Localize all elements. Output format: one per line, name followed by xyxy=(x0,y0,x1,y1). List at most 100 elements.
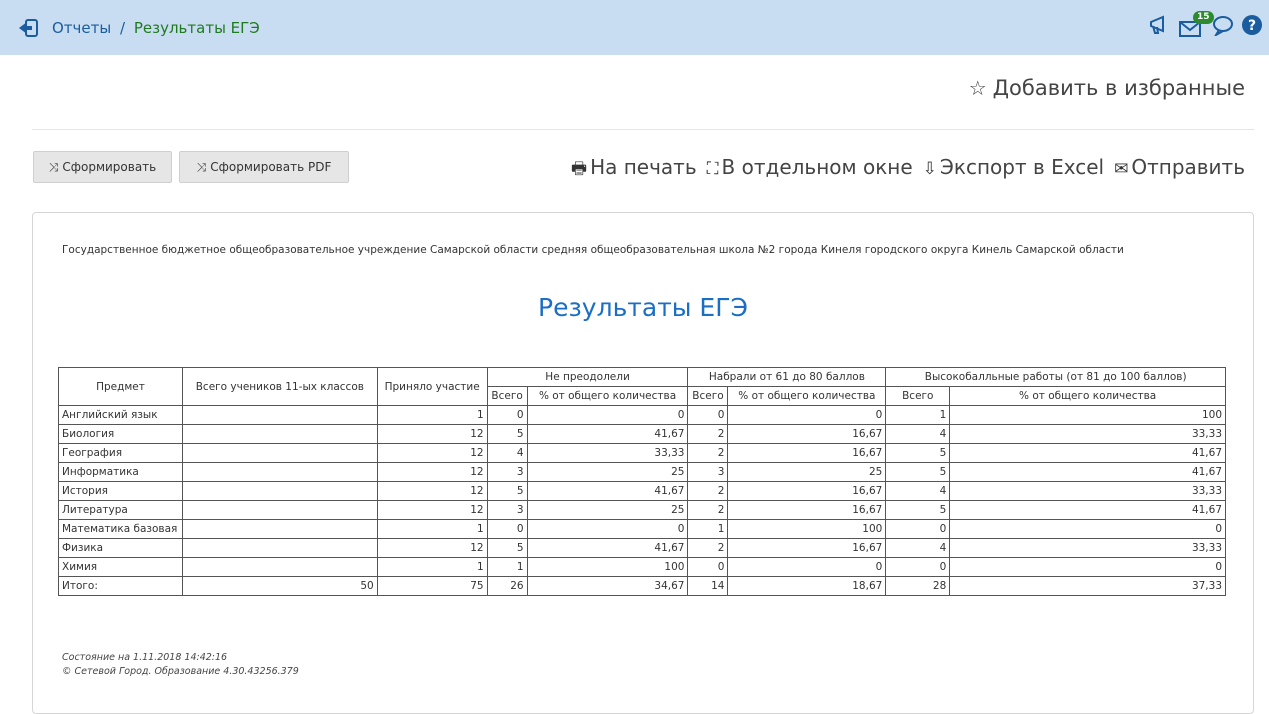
cell-total-students xyxy=(181,462,378,482)
report-footer: Состояние на 1.11.2018 14:42:16 © Сетево… xyxy=(62,651,299,679)
back-icon[interactable] xyxy=(18,17,40,39)
cell-subject: Физика xyxy=(58,538,183,558)
cell-mid-count: 0 xyxy=(687,557,729,577)
header-mid: Набрали от 61 до 80 баллов xyxy=(687,367,887,387)
cell-not-passed-count: 3 xyxy=(486,462,528,482)
cell-high-percent: 33,33 xyxy=(949,538,1226,558)
header-not-passed: Не преодолели xyxy=(486,367,689,387)
cell-subject: Химия xyxy=(58,557,183,577)
header-total: Всего xyxy=(486,386,528,406)
header-percent: % от общего количества xyxy=(526,386,689,406)
table-row: Английский язык 1 0 0 0 0 1 100 xyxy=(58,405,1226,425)
cell-participated: 12 xyxy=(376,500,488,520)
cell-not-passed-percent: 25 xyxy=(526,500,689,520)
cell-not-passed-percent: 41,67 xyxy=(526,424,689,444)
cell-participated: 12 xyxy=(376,462,488,482)
print-link[interactable]: 🖶 На печать xyxy=(571,155,697,185)
cell-subject: История xyxy=(58,481,183,501)
cell-high-count: 0 xyxy=(885,519,951,539)
cell-not-passed-count: 3 xyxy=(486,500,528,520)
cell-high-count: 4 xyxy=(885,538,951,558)
header-total-students: Всего учеников 11-ых классов xyxy=(181,367,378,406)
cell-not-passed-percent: 34,67 xyxy=(526,576,689,596)
shuffle-icon: ⤨ xyxy=(48,159,59,174)
header-percent: % от общего количества xyxy=(727,386,887,406)
cell-not-passed-count: 5 xyxy=(486,424,528,444)
cell-high-count: 5 xyxy=(885,443,951,463)
export-excel-link[interactable]: ⇩ Экспорт в Excel xyxy=(923,155,1104,185)
header-total: Всего xyxy=(687,386,729,406)
cell-mid-count: 2 xyxy=(687,443,729,463)
cell-subject: Биология xyxy=(58,424,183,444)
svg-text:?: ? xyxy=(1248,18,1256,34)
cell-not-passed-percent: 41,67 xyxy=(526,538,689,558)
report-panel: Государственное бюджетное общеобразовате… xyxy=(32,212,1254,714)
cell-high-percent: 100 xyxy=(949,405,1226,425)
cell-high-count: 5 xyxy=(885,462,951,482)
cell-mid-count: 2 xyxy=(687,481,729,501)
header-total: Всего xyxy=(885,386,951,406)
cell-mid-count: 2 xyxy=(687,500,729,520)
chat-icon[interactable] xyxy=(1211,14,1235,40)
cell-mid-percent: 16,67 xyxy=(727,538,887,558)
open-window-link[interactable]: ⛶ В отдельном окне xyxy=(707,155,913,185)
messages-count-badge: 15 xyxy=(1193,11,1214,24)
cell-high-count: 4 xyxy=(885,424,951,444)
generate-pdf-button[interactable]: ⤨ Сформировать PDF xyxy=(179,151,349,183)
cell-not-passed-percent: 100 xyxy=(526,557,689,577)
cell-high-percent: 41,67 xyxy=(949,462,1226,482)
cell-total-students xyxy=(181,500,378,520)
table-row: Химия 1 1 100 0 0 0 0 xyxy=(58,557,1226,577)
table-row: История 12 5 41,67 2 16,67 4 33,33 xyxy=(58,481,1226,501)
cell-mid-percent: 18,67 xyxy=(727,576,887,596)
cell-high-count: 28 xyxy=(885,576,951,596)
envelope-icon: ✉ xyxy=(1114,159,1129,179)
cell-total-students xyxy=(181,519,378,539)
generate-button[interactable]: ⤨ Сформировать xyxy=(33,151,172,183)
cell-high-percent: 33,33 xyxy=(949,481,1226,501)
announcement-icon[interactable] xyxy=(1149,14,1173,40)
cell-mid-percent: 25 xyxy=(727,462,887,482)
table-row: Информатика 12 3 25 3 25 5 41,67 xyxy=(58,462,1226,482)
cell-subject: Английский язык xyxy=(58,405,183,425)
cell-not-passed-count: 26 xyxy=(486,576,528,596)
cell-total-students xyxy=(181,538,378,558)
cell-mid-percent: 16,67 xyxy=(727,481,887,501)
add-to-favorites[interactable]: ☆ Добавить в избранные xyxy=(969,76,1245,100)
report-title: Результаты ЕГЭ xyxy=(538,293,748,322)
generate-button-label: Сформировать xyxy=(62,160,157,174)
cell-mid-count: 2 xyxy=(687,424,729,444)
open-window-label: В отдельном окне xyxy=(721,155,913,179)
cell-total-students: 50 xyxy=(181,576,378,596)
top-bar: Отчеты / Результаты ЕГЭ 15 ? xyxy=(0,0,1269,55)
cell-high-percent: 41,67 xyxy=(949,443,1226,463)
breadcrumb-current: Результаты ЕГЭ xyxy=(133,18,260,37)
star-icon: ☆ xyxy=(968,76,987,100)
cell-high-percent: 0 xyxy=(949,519,1226,539)
send-link[interactable]: ✉ Отправить xyxy=(1114,155,1245,185)
cell-subject: Итого: xyxy=(58,576,183,596)
messages-button[interactable]: 15 xyxy=(1179,11,1214,38)
cell-not-passed-count: 5 xyxy=(486,481,528,501)
cell-mid-count: 0 xyxy=(687,405,729,425)
cell-high-percent: 0 xyxy=(949,557,1226,577)
cell-participated: 1 xyxy=(376,557,488,577)
cell-not-passed-percent: 0 xyxy=(526,519,689,539)
cell-total-students xyxy=(181,424,378,444)
print-label: На печать xyxy=(590,155,697,179)
report-actions: 🖶 На печать ⛶ В отдельном окне ⇩ Экспорт в … xyxy=(571,155,1245,185)
header-high: Высокобалльные работы (от 81 до 100 балл… xyxy=(885,367,1226,387)
breadcrumb-reports-link[interactable]: Отчеты xyxy=(52,19,111,37)
footer-copyright: © Сетевой Город. Образование 4.30.43256.… xyxy=(62,666,299,677)
cell-not-passed-percent: 0 xyxy=(526,405,689,425)
cell-participated: 12 xyxy=(376,538,488,558)
cell-participated: 12 xyxy=(376,443,488,463)
cell-mid-percent: 16,67 xyxy=(727,424,887,444)
help-icon[interactable]: ? xyxy=(1241,14,1263,40)
cell-mid-count: 14 xyxy=(687,576,729,596)
table-row: Физика 12 5 41,67 2 16,67 4 33,33 xyxy=(58,538,1226,558)
cell-not-passed-percent: 25 xyxy=(526,462,689,482)
cell-participated: 1 xyxy=(376,519,488,539)
cell-not-passed-count: 5 xyxy=(486,538,528,558)
cell-not-passed-count: 1 xyxy=(486,557,528,577)
